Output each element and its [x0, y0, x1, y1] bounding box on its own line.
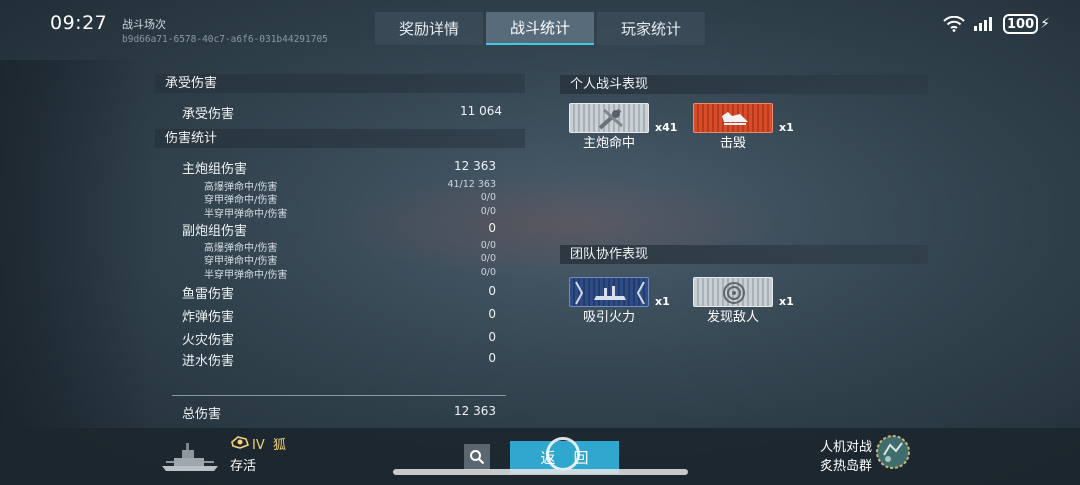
team-performance-header: 团队协作表现: [560, 245, 928, 264]
main-he-value: 41/12 363: [447, 179, 496, 190]
ship-name-text: 狐: [273, 438, 287, 453]
medal-tank-damage-count: x1: [655, 295, 670, 308]
medal-spotted-label: 发现敌人: [706, 310, 759, 325]
battle-title: 战斗场次: [122, 18, 166, 31]
total-damage-label: 总伤害: [182, 407, 222, 422]
torpedo-label: 鱼雷伤害: [182, 287, 235, 302]
map-name: 炙热岛群: [820, 459, 873, 474]
battery-level: 100: [1003, 14, 1039, 34]
tab-player-stats[interactable]: 玩家统计: [597, 12, 705, 45]
home-indicator[interactable]: [393, 469, 688, 475]
main-battery-value: 12 363: [454, 159, 496, 173]
charging-icon: ⚡: [1040, 16, 1050, 32]
destroyed-icon: [722, 112, 748, 125]
status-time: 09:27: [50, 12, 108, 34]
total-divider: [172, 395, 506, 396]
main-sap-label: 半穿甲弹命中/伤害: [204, 209, 288, 220]
medal-main-battery-hit-label: 主炮命中: [582, 136, 635, 151]
main-sap-value: 0/0: [480, 206, 496, 217]
fire-label: 火灾伤害: [182, 333, 235, 348]
main-battery-label: 主炮组伤害: [182, 162, 248, 177]
secondary-sap-value: 0/0: [480, 267, 496, 278]
search-icon: [470, 450, 485, 465]
damage-taken-header: 承受伤害: [155, 74, 525, 93]
flooding-label: 进水伤害: [182, 354, 235, 369]
battery-indicator: 100 ⚡: [1003, 14, 1050, 34]
ship-status: 存活: [230, 459, 257, 474]
tab-reward-details[interactable]: 奖励详情: [375, 12, 483, 45]
ship-tier: IV: [252, 438, 265, 453]
tab-battle-stats[interactable]: 战斗统计: [486, 12, 594, 45]
secondary-value: 0: [488, 221, 496, 235]
personal-performance-header: 个人战斗表现: [560, 75, 928, 94]
map-icon: [876, 435, 910, 469]
secondary-ap-value: 0/0: [480, 253, 496, 264]
search-button[interactable]: [464, 444, 490, 470]
main-battery-hit-icon: [598, 108, 623, 130]
touch-ripple: [546, 437, 580, 471]
medal-tank-damage[interactable]: [569, 277, 649, 307]
signal-icon: [974, 17, 993, 31]
bomb-value: 0: [488, 307, 496, 321]
total-damage-value: 12 363: [454, 404, 496, 418]
main-ap-value: 0/0: [480, 192, 496, 203]
medal-spotted-count: x1: [779, 295, 794, 308]
medal-destroyed[interactable]: [693, 103, 773, 133]
fire-value: 0: [488, 330, 496, 344]
main-ap-label: 穿甲弹命中/伤害: [204, 195, 278, 206]
ship-name: IV 狐: [252, 434, 286, 453]
damage-stats-header: 伤害统计: [155, 129, 525, 148]
medal-destroyed-label: 击毁: [719, 136, 746, 151]
secondary-ap-label: 穿甲弹命中/伤害: [204, 256, 278, 267]
secondary-label: 副炮组伤害: [182, 224, 248, 239]
medal-spotted[interactable]: [693, 277, 773, 307]
secondary-he-value: 0/0: [480, 240, 496, 251]
medal-main-battery-hit[interactable]: [569, 103, 649, 133]
ship-type-icon: [231, 436, 250, 449]
damage-panel: 承受伤害: [155, 74, 525, 93]
background-shade: [0, 60, 150, 430]
secondary-sap-label: 半穿甲弹命中/伤害: [204, 270, 288, 281]
medal-tank-damage-label: 吸引火力: [582, 310, 635, 325]
bomb-label: 炸弹伤害: [182, 310, 235, 325]
flooding-value: 0: [488, 351, 496, 365]
ship-icon: [162, 443, 218, 471]
tab-bar: 奖励详情 战斗统计 玩家统计: [375, 12, 705, 45]
medal-main-battery-hit-count: x41: [655, 121, 678, 134]
tank-damage-icon: [575, 281, 645, 305]
torpedo-value: 0: [488, 284, 496, 298]
medal-destroyed-count: x1: [779, 121, 794, 134]
damage-taken-label: 承受伤害: [182, 107, 235, 122]
battle-mode: 人机对战: [820, 440, 873, 455]
spotted-icon: [723, 282, 745, 304]
battle-id: b9d66a71-6578-40c7-a6f6-031b44291705: [122, 34, 328, 45]
status-icons: 100 ⚡: [943, 14, 1050, 34]
damage-taken-value: 11 064: [460, 104, 502, 118]
wifi-icon: [943, 16, 965, 32]
